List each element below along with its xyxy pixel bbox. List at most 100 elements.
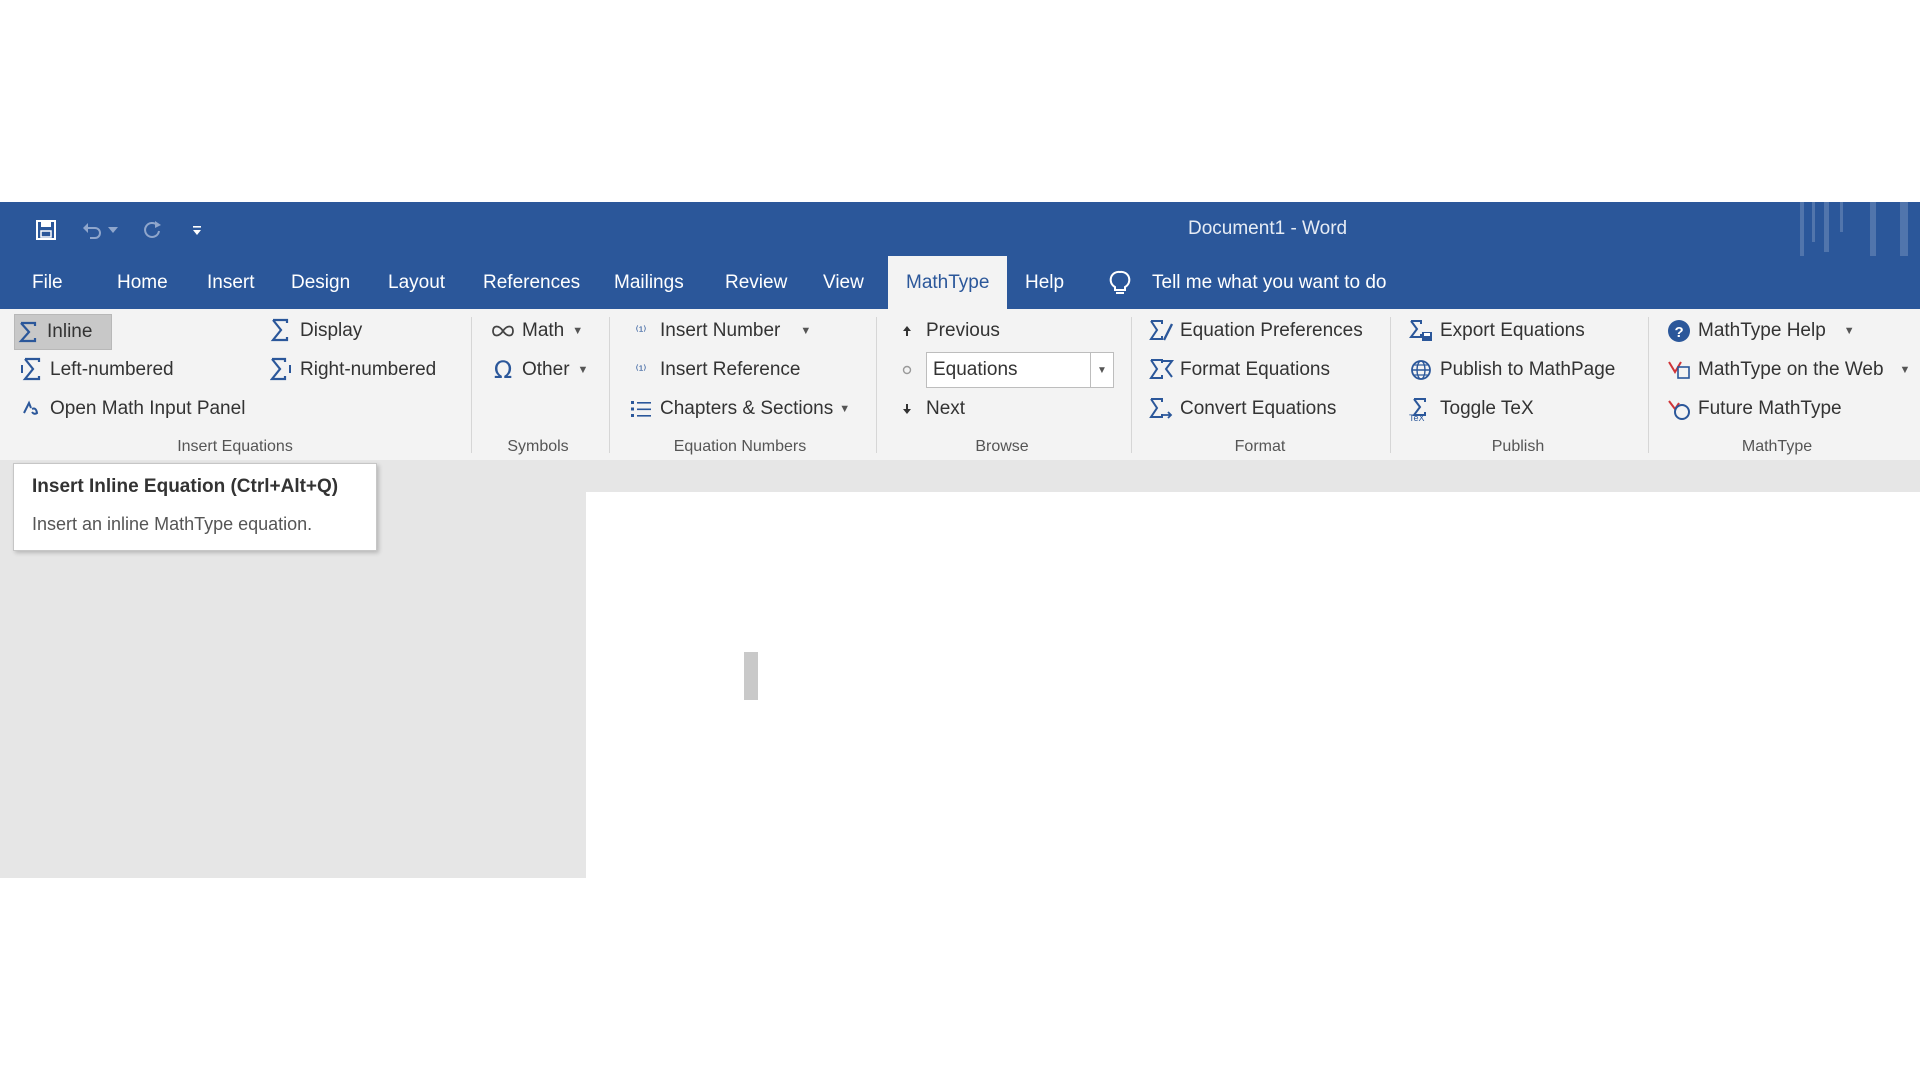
insert-number-button[interactable]: ⁽¹⁾ Insert Number ▼ [628, 314, 812, 348]
future-mathtype-label: Future MathType [1698, 398, 1842, 419]
group-separator [1648, 317, 1649, 453]
list-icon [628, 396, 654, 422]
insert-reference-icon: ⁽¹⁾ [635, 362, 647, 377]
display-button[interactable]: Display [268, 314, 362, 348]
symbols-group-label: Symbols [507, 438, 569, 455]
open-math-input-panel-button[interactable]: Open Math Input Panel [18, 392, 245, 426]
equation-numbers-group-label: Equation Numbers [673, 438, 807, 455]
chevron-down-icon: ▼ [839, 403, 851, 415]
mathtype-help-label: MathType Help [1698, 320, 1826, 341]
omega-icon: Ω [493, 356, 513, 384]
open-math-input-panel-label: Open Math Input Panel [50, 398, 246, 419]
tab-design[interactable]: Design [291, 256, 350, 309]
equation-preferences-button[interactable]: Equation Preferences [1148, 314, 1363, 348]
browse-object-value: Equations [933, 359, 1018, 380]
tab-view[interactable]: View [823, 256, 864, 309]
globe-icon [1408, 357, 1434, 383]
group-separator [876, 317, 877, 453]
future-mathtype-button[interactable]: Future MathType [1666, 392, 1842, 426]
insert-reference-button[interactable]: ⁽¹⁾ Insert Reference [628, 353, 801, 387]
mathtype-web-button[interactable]: MathType on the Web ▼ [1666, 353, 1910, 387]
display-label: Display [300, 320, 363, 341]
export-equations-icon [1408, 318, 1434, 344]
math-input-panel-icon [18, 396, 44, 422]
right-numbered-button[interactable]: Right-numbered [268, 353, 436, 387]
format-equations-button[interactable]: Format Equations [1148, 353, 1330, 387]
format-equations-label: Format Equations [1180, 359, 1330, 380]
tell-me-search[interactable]: Tell me what you want to do [1152, 256, 1386, 309]
toggle-tex-button[interactable]: TeX Toggle TeX [1408, 392, 1534, 426]
tooltip-title: Insert Inline Equation (Ctrl+Alt+Q) [32, 476, 339, 497]
tab-file[interactable]: File [32, 256, 63, 309]
math-symbols-button[interactable]: Math ▼ [490, 314, 583, 348]
tab-review[interactable]: Review [725, 256, 787, 309]
tab-mathtype[interactable]: MathType [888, 256, 1008, 309]
insert-number-label: Insert Number [660, 320, 781, 341]
browse-target-icon-wrap [894, 353, 926, 387]
tab-home[interactable]: Home [117, 256, 168, 309]
browse-group-label: Browse [975, 438, 1029, 455]
sigma-display-icon [268, 318, 294, 344]
tex-icon: TeX [1408, 396, 1434, 422]
tab-layout[interactable]: Layout [388, 256, 445, 309]
sigma-right-numbered-icon [268, 357, 294, 383]
document-page[interactable] [586, 492, 1920, 878]
publish-group-label: Publish [1491, 438, 1545, 455]
infinity-icon [490, 318, 516, 344]
mathtype-web-icon [1666, 357, 1692, 383]
chevron-down-icon[interactable]: ▼ [1090, 353, 1113, 387]
mathtype-web-label: MathType on the Web [1698, 359, 1884, 380]
window-title: Document1 - Word [1188, 218, 1348, 239]
left-numbered-button[interactable]: Left-numbered [18, 353, 174, 387]
inline-tooltip: Insert Inline Equation (Ctrl+Alt+Q) Inse… [13, 463, 377, 551]
circle-icon [894, 357, 920, 383]
mathtype-group-label: MathType [1741, 438, 1813, 455]
text-cursor [744, 652, 758, 700]
title-bar: Document1 - Word [0, 202, 1920, 256]
chapters-sections-label: Chapters & Sections [660, 398, 834, 419]
save-icon[interactable] [32, 216, 60, 244]
convert-equations-label: Convert Equations [1180, 398, 1337, 419]
export-equations-label: Export Equations [1440, 320, 1585, 341]
tab-references[interactable]: References [483, 256, 580, 309]
group-separator [609, 317, 610, 453]
undo-dropdown-icon[interactable] [106, 216, 120, 244]
browse-object-select[interactable]: Equations ▼ [926, 352, 1114, 388]
next-button[interactable]: Next [894, 392, 965, 426]
publish-mathpage-button[interactable]: Publish to MathPage [1408, 353, 1615, 387]
publish-mathpage-label: Publish to MathPage [1440, 359, 1616, 380]
export-equations-button[interactable]: Export Equations [1408, 314, 1585, 348]
convert-equations-button[interactable]: Convert Equations [1148, 392, 1336, 426]
chevron-down-icon: ▼ [577, 364, 589, 376]
tab-mailings[interactable]: Mailings [614, 256, 684, 309]
inline-button[interactable]: Inline [14, 314, 112, 350]
help-icon: ? [1666, 318, 1692, 344]
decorative-pattern [1800, 202, 1908, 256]
tooltip-description: Insert an inline MathType equation. [32, 514, 313, 534]
other-symbols-button[interactable]: Ω Other ▼ [490, 353, 589, 387]
arrow-down-icon [894, 396, 920, 422]
inline-label: Inline [47, 321, 93, 342]
math-symbols-label: Math [522, 320, 565, 341]
sigma-left-numbered-icon [18, 357, 44, 383]
undo-icon[interactable] [78, 216, 106, 244]
chevron-down-icon: ▼ [572, 325, 584, 337]
arrow-up-icon [894, 318, 920, 344]
sigma-icon [15, 319, 41, 345]
previous-button[interactable]: Previous [894, 314, 1000, 348]
customize-icon[interactable] [184, 216, 210, 244]
mathtype-help-button[interactable]: ? MathType Help ▼ [1666, 314, 1855, 348]
next-label: Next [926, 398, 966, 419]
insert-number-icon: ⁽¹⁾ [635, 323, 647, 338]
tab-insert[interactable]: Insert [207, 256, 255, 309]
left-numbered-label: Left-numbered [50, 359, 174, 380]
redo-icon[interactable] [138, 216, 166, 244]
ribbon-tabs: File Home Insert Design Layout Reference… [0, 256, 1920, 309]
format-group-label: Format [1234, 438, 1286, 455]
format-equations-icon [1148, 357, 1174, 383]
tab-help[interactable]: Help [1025, 256, 1064, 309]
chevron-down-icon: ▼ [1899, 364, 1911, 376]
group-separator [1131, 317, 1132, 453]
chapters-sections-button[interactable]: Chapters & Sections ▼ [628, 392, 850, 426]
mathtype-ribbon: Inline Display Left-numbered Right-numbe… [0, 309, 1920, 461]
